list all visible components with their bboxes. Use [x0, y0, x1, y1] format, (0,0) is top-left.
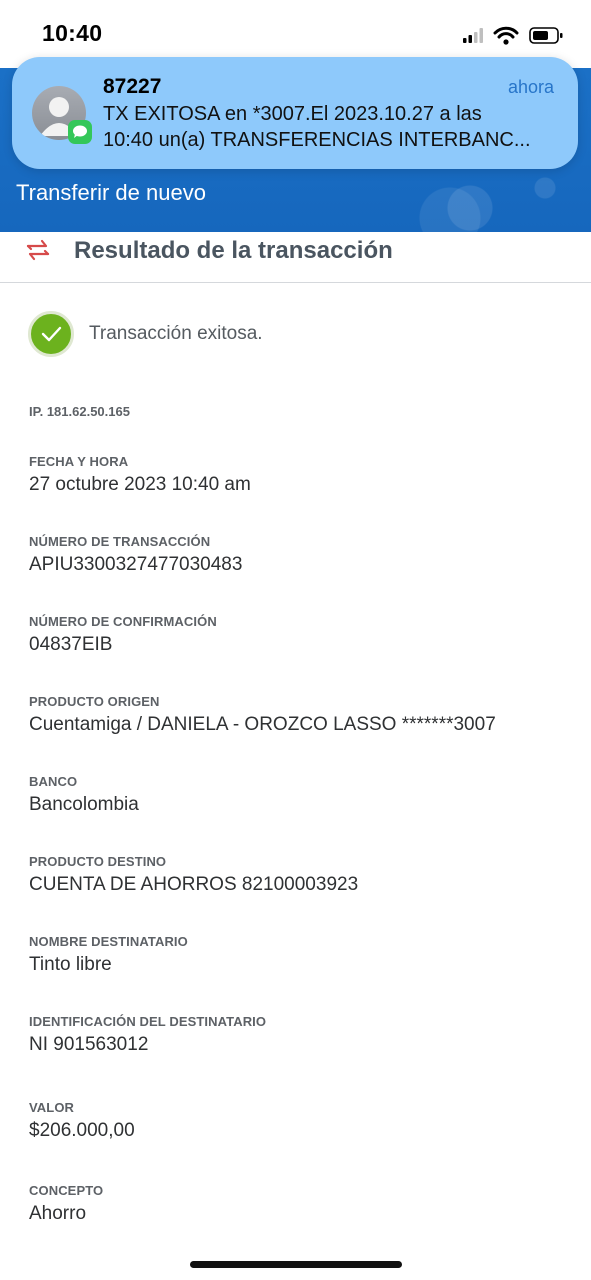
page-title: Resultado de la transacción: [74, 237, 393, 264]
field-label: BANCO: [29, 774, 78, 789]
field-value: 04837EIB: [29, 634, 113, 655]
detail-field-transaction-number: NÚMERO DE TRANSACCIÓN APIU33003274770304…: [29, 534, 242, 576]
cellular-signal-icon: [463, 28, 483, 43]
field-label: FECHA Y HORA: [29, 454, 129, 469]
notification-line: TX EXITOSA en *3007.El 2023.10.27 a las: [103, 103, 482, 125]
field-label: NÚMERO DE TRANSACCIÓN: [29, 534, 211, 549]
notification-sender: 87227: [103, 75, 162, 98]
detail-field-amount: VALOR $206.000,00: [29, 1100, 135, 1142]
field-label: NÚMERO DE CONFIRMACIÓN: [29, 614, 217, 629]
messages-icon: [68, 120, 92, 144]
field-value: NI 901563012: [29, 1034, 149, 1055]
field-label: PRODUCTO DESTINO: [29, 854, 167, 869]
detail-field-recipient-id: IDENTIFICACIÓN DEL DESTINATARIO NI 90156…: [29, 1014, 266, 1056]
transfer-arrows-icon: [22, 234, 54, 271]
notification-time: ahora: [507, 77, 554, 97]
sms-notification[interactable]: 87227 ahora TX EXITOSA en *3007.El 2023.…: [12, 57, 578, 169]
field-value: Cuentamiga / DANIELA - OROZCO LASSO ****…: [29, 714, 496, 735]
field-label: PRODUCTO ORIGEN: [29, 694, 160, 709]
notification-body: TX EXITOSA en *3007.El 2023.10.27 a las …: [103, 101, 553, 153]
status-time: 10:40: [42, 20, 103, 46]
field-value: Bancolombia: [29, 794, 139, 815]
field-label: IDENTIFICACIÓN DEL DESTINATARIO: [29, 1014, 267, 1029]
battery-icon: [529, 27, 563, 44]
check-icon: [28, 311, 74, 357]
section-header: Resultado de la transacción: [0, 232, 591, 283]
ip-address: IP. 181.62.50.165: [29, 404, 130, 419]
field-value: APIU3300327477030483: [29, 554, 243, 575]
field-label: NOMBRE DESTINATARIO: [29, 934, 188, 949]
field-label: VALOR: [29, 1100, 75, 1115]
detail-field-bank: BANCO Bancolombia: [29, 774, 139, 816]
status-icons: [447, 25, 567, 52]
detail-field-confirmation-number: NÚMERO DE CONFIRMACIÓN 04837EIB: [29, 614, 217, 656]
transfer-again-link[interactable]: Transferir de nuevo: [16, 180, 206, 206]
field-label: CONCEPTO: [29, 1183, 104, 1198]
home-indicator[interactable]: [190, 1261, 402, 1268]
detail-field-date: FECHA Y HORA 27 octubre 2023 10:40 am: [29, 454, 251, 496]
detail-field-destination-product: PRODUCTO DESTINO CUENTA DE AHORROS 82100…: [29, 854, 358, 896]
field-value: Tinto libre: [29, 954, 112, 975]
notification-line: 10:40 un(a) TRANSFERENCIAS INTERBANC...: [103, 129, 531, 151]
wifi-icon: [493, 26, 519, 45]
detail-field-concept: CONCEPTO Ahorro: [29, 1183, 103, 1225]
detail-field-origin-product: PRODUCTO ORIGEN Cuentamiga / DANIELA - O…: [29, 694, 496, 736]
field-value: $206.000,00: [29, 1120, 135, 1141]
field-value: CUENTA DE AHORROS 82100003923: [29, 874, 359, 895]
field-value: Ahorro: [29, 1203, 87, 1224]
detail-field-recipient-name: NOMBRE DESTINATARIO Tinto libre: [29, 934, 188, 976]
field-value: 27 octubre 2023 10:40 am: [29, 474, 251, 495]
success-message: Transacción exitosa.: [89, 323, 263, 344]
